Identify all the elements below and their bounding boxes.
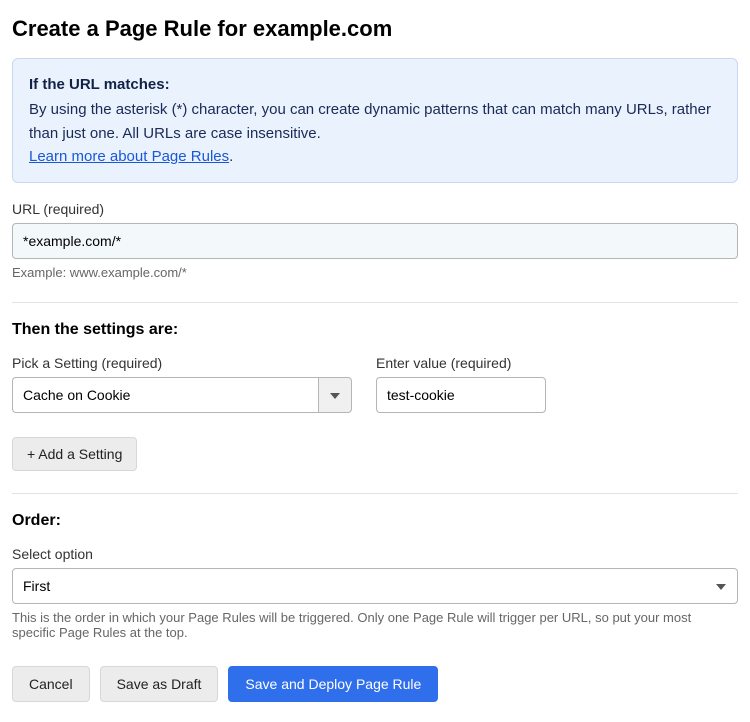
pick-setting-input[interactable] [12, 377, 318, 413]
url-example: Example: www.example.com/* [12, 265, 738, 280]
save-deploy-button[interactable]: Save and Deploy Page Rule [228, 666, 438, 702]
order-select[interactable]: First [12, 568, 738, 604]
settings-heading: Then the settings are: [12, 321, 738, 339]
info-heading: If the URL matches: [29, 73, 721, 96]
add-setting-button[interactable]: + Add a Setting [12, 437, 137, 471]
save-draft-button[interactable]: Save as Draft [100, 666, 219, 702]
url-label: URL (required) [12, 201, 738, 217]
info-link-suffix: . [229, 148, 233, 165]
info-body: By using the asterisk (*) character, you… [29, 101, 711, 141]
caret-down-icon [330, 386, 340, 404]
divider [12, 302, 738, 303]
info-link[interactable]: Learn more about Page Rules [29, 148, 229, 165]
order-heading: Order: [12, 512, 738, 530]
pick-setting-dropdown-button[interactable] [318, 377, 352, 413]
divider [12, 493, 738, 494]
enter-value-input[interactable] [376, 377, 546, 413]
enter-value-label: Enter value (required) [376, 355, 546, 371]
page-title: Create a Page Rule for example.com [12, 16, 738, 42]
cancel-button[interactable]: Cancel [12, 666, 90, 702]
pick-setting-combo[interactable] [12, 377, 352, 413]
info-box: If the URL matches: By using the asteris… [12, 58, 738, 183]
order-select-label: Select option [12, 546, 738, 562]
url-input[interactable] [12, 223, 738, 259]
order-help: This is the order in which your Page Rul… [12, 610, 738, 640]
pick-setting-label: Pick a Setting (required) [12, 355, 352, 371]
